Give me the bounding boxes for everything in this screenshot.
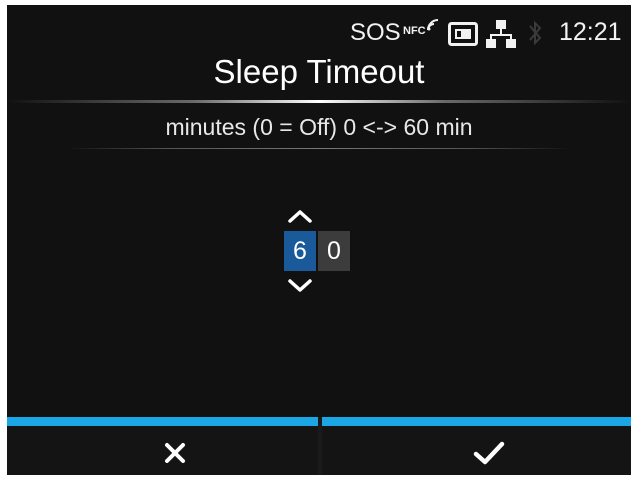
sos-indicator: SOS	[350, 19, 401, 46]
bluetooth-icon	[529, 20, 542, 46]
chevron-down-icon[interactable]	[287, 278, 313, 294]
cancel-button-accent	[7, 417, 318, 426]
setting-range-hint: minutes (0 = Off) 0 <-> 60 min	[165, 114, 473, 140]
page-title: Sleep Timeout	[213, 53, 425, 90]
digit-ones[interactable]: 0	[318, 231, 350, 271]
status-bar: SOS NFC 12:21	[7, 5, 631, 57]
printer-display: SOS NFC 12:21 Sleep Timeout minutes (0 =	[7, 5, 631, 475]
confirm-button-accent	[322, 417, 631, 426]
close-icon	[165, 443, 185, 463]
action-bar	[7, 417, 631, 475]
subtitle-divider	[67, 148, 571, 149]
nfc-signal-icon	[427, 19, 439, 31]
cancel-button[interactable]	[7, 417, 318, 475]
checkmark-icon	[473, 441, 505, 465]
network-icon	[486, 20, 516, 48]
chevron-up-icon[interactable]	[287, 208, 313, 224]
title-divider	[7, 100, 631, 103]
confirm-button[interactable]	[322, 417, 631, 475]
nfc-label: NFC	[403, 25, 426, 37]
clock-time: 12:21	[559, 18, 622, 46]
digit-tens[interactable]: 6	[284, 231, 316, 271]
sd-card-icon	[448, 22, 478, 46]
